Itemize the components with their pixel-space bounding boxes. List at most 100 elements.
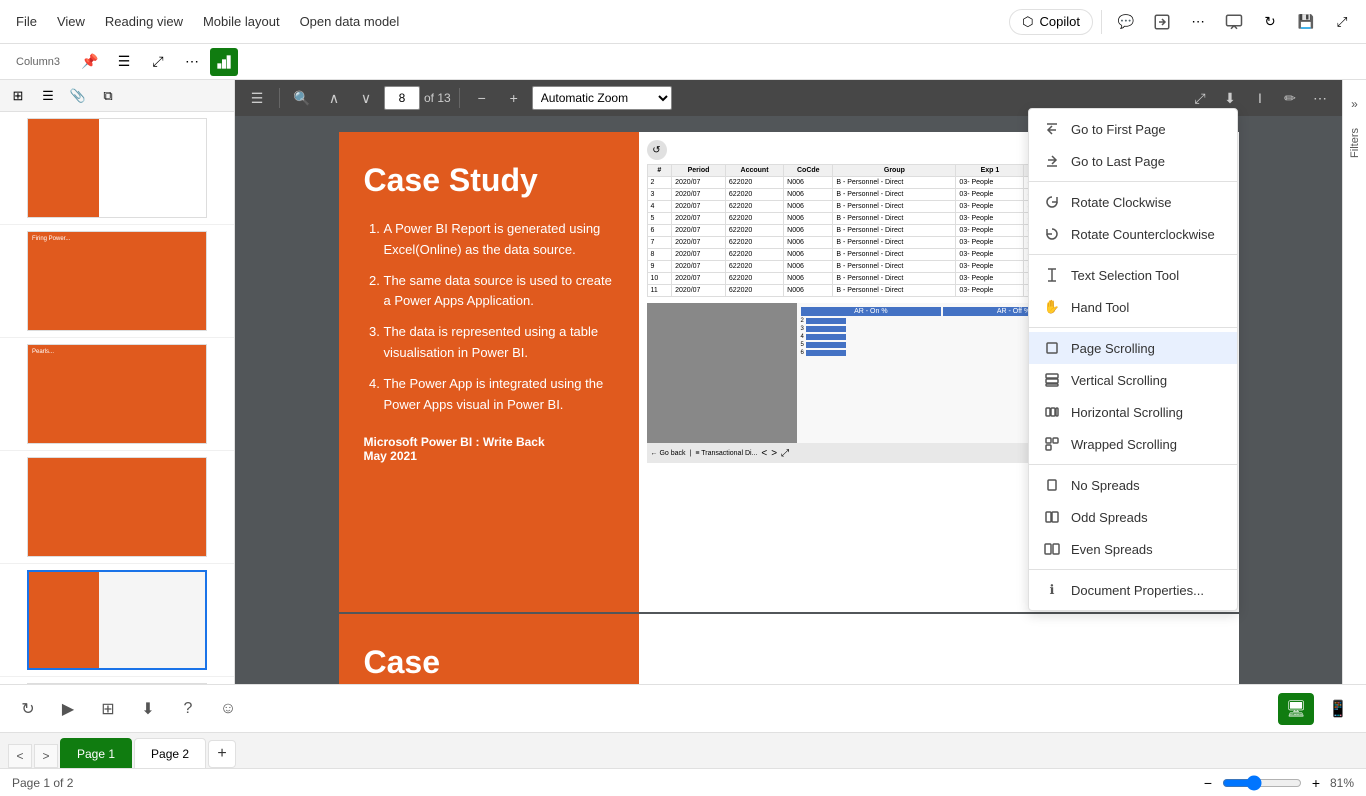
menu-item-rotate-ccw[interactable]: Rotate Counterclockwise xyxy=(1029,218,1237,250)
table-cell-4-4: B - Personnel - Direct xyxy=(833,225,956,237)
expand-btn[interactable]: ⤢ xyxy=(1326,6,1358,38)
thumbnail-attach-btn[interactable]: 📎 xyxy=(64,82,92,110)
add-page-btn[interactable]: + xyxy=(208,740,236,768)
pdf-zoom-in-btn[interactable]: + xyxy=(500,84,528,112)
table-cell-2-4: B - Personnel - Direct xyxy=(833,201,956,213)
go-first-icon xyxy=(1043,120,1061,138)
pdf-search-btn[interactable]: 🔍 xyxy=(288,84,316,112)
menu-item-doc-properties[interactable]: ℹ Document Properties... xyxy=(1029,574,1237,606)
toolbar-divider-1 xyxy=(1101,10,1102,34)
refresh-btn[interactable]: ↻ xyxy=(1254,6,1286,38)
copilot-button[interactable]: ⬡ Copilot xyxy=(1009,9,1093,35)
fullscreen-btn[interactable]: ⤢ xyxy=(142,46,174,78)
pdf-cursor-btn[interactable]: I xyxy=(1246,84,1274,112)
zoom-plus-btn[interactable]: + xyxy=(1306,773,1326,793)
pdf-edit-btn[interactable]: ✏ xyxy=(1276,84,1304,112)
col-group: Group xyxy=(833,165,956,177)
menu-item-vertical-scrolling[interactable]: Vertical Scrolling xyxy=(1029,364,1237,396)
zoom-control: − + 81% xyxy=(1198,773,1354,793)
pdf-zoom-select[interactable]: Automatic Zoom xyxy=(532,86,672,110)
pdf-page-input[interactable] xyxy=(384,86,420,110)
export-btn[interactable]: ⬇ xyxy=(132,693,164,725)
more-visual-btn[interactable]: ⋯ xyxy=(176,46,208,78)
menu-item-page-scrolling[interactable]: Page Scrolling xyxy=(1029,332,1237,364)
pdf-zoom-out-btn[interactable]: − xyxy=(468,84,496,112)
refresh-bottom-btn[interactable]: ↻ xyxy=(12,693,44,725)
menu-item-wrapped-scrolling[interactable]: Wrapped Scrolling xyxy=(1029,428,1237,460)
menu-item-odd-spreads[interactable]: Odd Spreads xyxy=(1029,501,1237,533)
table-cell-2-3: N006 xyxy=(784,201,833,213)
thumbnail-1[interactable] xyxy=(0,112,234,225)
thumbnail-grid-btn[interactable]: ⊞ xyxy=(4,82,32,110)
menu-label-page-scrolling: Page Scrolling xyxy=(1071,341,1155,356)
tab-next-btn[interactable]: > xyxy=(34,744,58,768)
copilot-icon: ⬡ xyxy=(1022,14,1033,30)
status-bar: Page 1 of 2 − + 81% xyxy=(0,768,1366,796)
menu-item-go-last[interactable]: Go to Last Page xyxy=(1029,145,1237,177)
share-icon-btn[interactable] xyxy=(1146,6,1178,38)
view-menu[interactable]: View xyxy=(49,10,93,33)
pdf-prev-btn[interactable]: ∧ xyxy=(320,84,348,112)
thumbnail-list-btn[interactable]: ☰ xyxy=(34,82,62,110)
mobile-view-btn[interactable]: 📱 xyxy=(1322,693,1354,725)
pdf-more-btn[interactable]: ⋯ xyxy=(1306,84,1334,112)
menu-item-text-selection[interactable]: Text Selection Tool xyxy=(1029,259,1237,291)
play-btn[interactable]: ▶ xyxy=(52,693,84,725)
table-cell-3-0: 5 xyxy=(647,213,672,225)
menu-divider-4 xyxy=(1029,464,1237,465)
file-menu[interactable]: File xyxy=(8,10,45,33)
mobile-layout-btn[interactable]: Mobile layout xyxy=(195,10,288,33)
desktop-view-btn[interactable]: 🖥 xyxy=(1278,693,1314,725)
thumbnail-3[interactable]: Pearls... xyxy=(0,338,234,451)
table-cell-6-3: N006 xyxy=(784,249,833,261)
page-tab-1-label: Page 1 xyxy=(77,747,115,761)
page-tab-1[interactable]: Page 1 xyxy=(60,738,132,768)
menu-label-go-first: Go to First Page xyxy=(1071,122,1166,137)
table-cell-4-5: 03- People xyxy=(956,225,1024,237)
table-cell-2-0: 4 xyxy=(647,201,672,213)
pdf-next-btn[interactable]: ∨ xyxy=(352,84,380,112)
comment-icon-btn[interactable]: 💬 xyxy=(1110,6,1142,38)
menu-item-hand-tool[interactable]: ✋ Hand Tool xyxy=(1029,291,1237,323)
thumbnail-5-current[interactable] xyxy=(0,564,234,677)
menu-divider-3 xyxy=(1029,327,1237,328)
menu-item-rotate-cw[interactable]: Rotate Clockwise xyxy=(1029,186,1237,218)
menu-item-no-spreads[interactable]: No Spreads xyxy=(1029,469,1237,501)
menu-item-even-spreads[interactable]: Even Spreads xyxy=(1029,533,1237,565)
thumbnail-6[interactable] xyxy=(0,677,234,684)
zoom-slider[interactable] xyxy=(1222,775,1302,791)
col-cocode: CoCde xyxy=(784,165,833,177)
zoom-minus-btn[interactable]: − xyxy=(1198,773,1218,793)
thumbnail-4[interactable] xyxy=(0,451,234,564)
thumbnail-layer-btn[interactable]: ⧉ xyxy=(94,82,122,110)
table-cell-8-4: B - Personnel - Direct xyxy=(833,273,956,285)
filters-label: Filters xyxy=(1349,128,1361,158)
save-btn[interactable]: 💾 xyxy=(1290,6,1322,38)
help-btn[interactable]: ? xyxy=(172,693,204,725)
open-data-model-btn[interactable]: Open data model xyxy=(292,10,408,33)
sidebar-expand-btn[interactable]: » xyxy=(1339,88,1366,120)
footer-line2: May 2021 xyxy=(364,449,614,463)
menu-item-go-first[interactable]: Go to First Page xyxy=(1029,113,1237,145)
table-cell-8-0: 10 xyxy=(647,273,672,285)
bottom-toolbar: ↻ ▶ ⊞ ⬇ ? ☺ 🖥 📱 xyxy=(0,684,1366,732)
left-arrow[interactable]: < xyxy=(761,448,767,459)
thumbnail-2[interactable]: Firing Power... xyxy=(0,225,234,338)
thumb-toolbar: ⊞ ☰ 📎 ⧉ xyxy=(0,80,234,112)
reading-view-btn[interactable]: Reading view xyxy=(97,10,191,33)
page-tab-2[interactable]: Page 2 xyxy=(134,738,206,768)
menu-label-wrapped-scrolling: Wrapped Scrolling xyxy=(1071,437,1177,452)
present-btn[interactable] xyxy=(1218,6,1250,38)
tab-prev-btn[interactable]: < xyxy=(8,744,32,768)
expand-icon[interactable]: ⤢ xyxy=(781,448,789,459)
filter-icon-btn[interactable]: ☰ xyxy=(108,46,140,78)
right-arrow[interactable]: > xyxy=(771,448,777,459)
menu-item-horizontal-scrolling[interactable]: Horizontal Scrolling xyxy=(1029,396,1237,428)
more-options-btn[interactable]: ⋯ xyxy=(1182,6,1214,38)
sidebar-toggle-btn[interactable]: ☰ xyxy=(243,84,271,112)
qr-btn[interactable]: ⊞ xyxy=(92,693,124,725)
table-cell-0-2: 622020 xyxy=(725,177,783,189)
text-selection-icon xyxy=(1043,266,1061,284)
emoji-btn[interactable]: ☺ xyxy=(212,693,244,725)
pin-btn[interactable]: 📌 xyxy=(74,46,106,78)
